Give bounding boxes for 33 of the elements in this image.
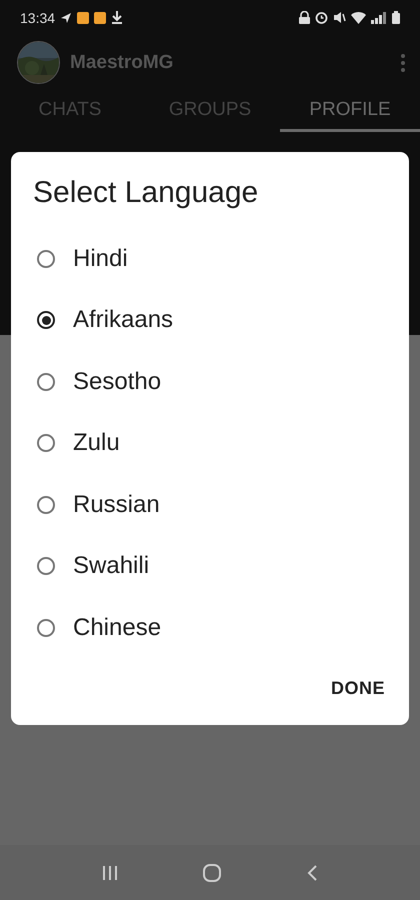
back-icon[interactable] [306,864,318,882]
wifi-icon [351,12,366,24]
radio-button[interactable] [37,311,55,330]
download-icon [111,11,124,24]
battery-icon [392,11,400,24]
language-option[interactable]: Afrikaans [73,306,174,334]
recent-apps-icon[interactable] [102,864,118,880]
language-option[interactable]: Swahili [73,552,150,580]
radio-button[interactable] [37,372,55,391]
radio-button[interactable] [37,557,55,576]
signal-icon [371,12,387,24]
mute-icon [333,11,346,24]
status-time: 13:34 [20,10,56,26]
notification-icon [94,12,106,24]
dialog-title: Select Language [32,176,260,210]
notification-icon [77,12,90,24]
lock-icon [299,11,310,24]
language-option[interactable]: Russian [73,490,160,519]
radio-button[interactable] [37,496,55,514]
language-option[interactable]: Zulu [73,429,120,458]
alarm-icon [315,11,328,24]
tab[interactable]: PROFILE [280,90,420,132]
app-title: MaestroMG [70,52,174,74]
more-options-icon[interactable] [400,52,406,72]
language-option[interactable]: Hindi [73,244,128,273]
radio-button[interactable] [37,250,55,268]
radio-button[interactable] [37,434,55,452]
language-option[interactable]: Sesotho [73,368,162,396]
language-option[interactable]: Chinese [73,614,162,642]
send-icon [60,12,72,24]
home-icon[interactable] [202,862,222,882]
done-button[interactable]: DONE [326,674,389,703]
radio-button[interactable] [37,618,55,637]
